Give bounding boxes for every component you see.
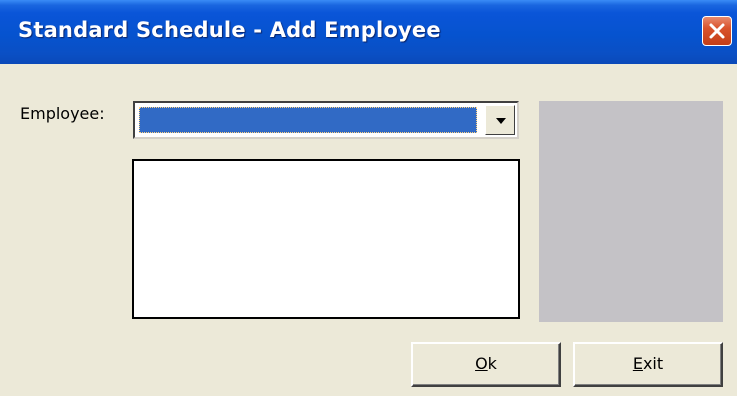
close-button[interactable] [702,16,732,46]
employee-dropdown[interactable] [133,101,519,139]
exit-mnemonic: E [632,354,643,373]
ok-label-rest: k [487,354,497,373]
employee-list[interactable] [132,159,520,319]
ok-mnemonic: O [475,354,488,373]
employee-label: Employee: [20,104,105,123]
preview-panel [539,101,723,322]
exit-button[interactable]: Exit [573,342,723,387]
employee-selected-item[interactable] [139,107,477,133]
window-title: Standard Schedule - Add Employee [18,18,441,42]
exit-label-rest: xit [642,354,664,373]
chevron-down-icon [496,118,506,124]
add-employee-dialog: Standard Schedule - Add Employee Employe… [0,0,737,396]
dropdown-arrow-button[interactable] [485,105,515,135]
title-bar[interactable]: Standard Schedule - Add Employee [0,0,737,64]
ok-button[interactable]: Ok [411,342,561,387]
close-x-icon [709,23,725,39]
